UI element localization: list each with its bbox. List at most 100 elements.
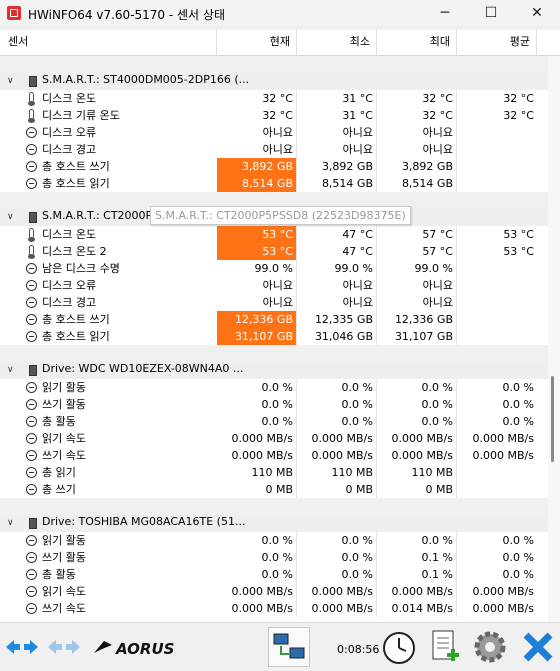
sensor-name-cell: 쓰기 속도 xyxy=(0,600,217,617)
thermometer-icon xyxy=(28,109,35,123)
value-max: 아니요 xyxy=(377,294,457,311)
sensor-row[interactable]: 쓰기 활동 0.0 % 0.0 % 0.1 % 0.0 % xyxy=(0,549,548,566)
close-sensors-icon[interactable] xyxy=(518,627,558,667)
sensor-name-cell: 읽기 속도 xyxy=(0,430,217,447)
clock-icon xyxy=(26,603,37,614)
sensor-row[interactable]: 쓰기 속도 0.000 MB/s 0.000 MB/s 0.000 MB/s 0.000… xyxy=(0,447,548,464)
sensor-row[interactable]: 읽기 활동 0.0 % 0.0 % 0.0 % 0.0 % xyxy=(0,379,548,396)
value-max: 아니요 xyxy=(377,141,457,158)
sensor-label: 쓰기 활동 xyxy=(42,398,86,411)
sensor-row[interactable]: 디스크 온도 53 °C 47 °C 57 °C 53 °C xyxy=(0,226,548,243)
sensor-row[interactable]: 디스크 온도 2 53 °C 47 °C 57 °C 53 °C xyxy=(0,243,548,260)
value-avg: 0.0 % xyxy=(502,568,534,581)
skip-arrows-icon[interactable] xyxy=(46,627,82,667)
report-add-icon[interactable] xyxy=(424,627,464,667)
column-max[interactable]: 최대 xyxy=(377,30,457,55)
hwinfo-app-icon xyxy=(7,6,21,20)
value-max: 0.014 MB/s xyxy=(377,600,457,617)
value-min: 0.0 % xyxy=(297,532,377,549)
value-avg: 0.0 % xyxy=(502,381,534,394)
sensor-row[interactable]: 디스크 오류 아니요 아니요 아니요 xyxy=(0,277,548,294)
value-current: 아니요 xyxy=(217,141,297,158)
value-current: 0.000 MB/s xyxy=(217,583,297,600)
sensor-label: 총 읽기 xyxy=(42,466,76,479)
sensor-row[interactable]: 쓰기 활동 0.0 % 0.0 % 0.0 % 0.0 % xyxy=(0,396,548,413)
column-min[interactable]: 최소 xyxy=(297,30,377,55)
clock-icon xyxy=(26,450,37,461)
sensor-row[interactable]: 총 호스트 읽기 8,514 GB 8,514 GB 8,514 GB xyxy=(0,175,548,192)
column-sensor[interactable]: 센서 xyxy=(0,30,217,55)
value-min: 아니요 xyxy=(297,124,377,141)
sensor-row[interactable]: 총 호스트 쓰기 3,892 GB 3,892 GB 3,892 GB xyxy=(0,158,548,175)
sensor-name-cell: 디스크 기류 온도 xyxy=(0,107,217,124)
sensor-row[interactable]: 디스크 경고 아니요 아니요 아니요 xyxy=(0,294,548,311)
value-current: 0.0 % xyxy=(217,413,297,430)
chevron-down-icon[interactable]: ∨ xyxy=(7,209,17,226)
value-avg: 53 °C xyxy=(503,228,534,241)
sensor-row[interactable]: 총 호스트 읽기 31,107 GB 31,046 GB 31,107 GB xyxy=(0,328,548,345)
sensor-group-header[interactable]: ∨ Drive: TOSHIBA MG08ACA16TE (51... xyxy=(0,515,548,532)
sensor-label: 총 호스트 읽기 xyxy=(42,330,110,343)
sensor-label: 디스크 온도 xyxy=(42,228,97,241)
maximize-button[interactable]: ☐ xyxy=(468,0,514,26)
sensor-row[interactable]: 디스크 기류 온도 32 °C 31 °C 32 °C 32 °C xyxy=(0,107,548,124)
sensor-name-cell: 디스크 온도 2 xyxy=(0,243,217,260)
value-current: 53 °C xyxy=(217,226,297,243)
sensor-table[interactable]: ∨ S.M.A.R.T.: ST4000DM005-2DP166 (... 디스크 … xyxy=(0,56,548,622)
sensor-group-header[interactable]: ∨ Drive: WDC WD10EZEX-08WN4A0 ... xyxy=(0,362,548,379)
network-icon[interactable] xyxy=(268,627,310,667)
clock-icon xyxy=(26,586,37,597)
sensor-label: 총 활동 xyxy=(42,415,76,428)
sensor-row[interactable]: 읽기 속도 0.000 MB/s 0.000 MB/s 0.000 MB/s 0.000… xyxy=(0,430,548,447)
clock-icon xyxy=(26,467,37,478)
value-min: 31,046 GB xyxy=(297,328,377,345)
sensor-label: 디스크 기류 온도 xyxy=(42,109,120,122)
sensor-row[interactable]: 디스크 경고 아니요 아니요 아니요 xyxy=(0,141,548,158)
value-min: 47 °C xyxy=(297,226,377,243)
group-separator xyxy=(0,345,548,362)
clock-icon xyxy=(26,382,37,393)
sensor-row[interactable]: 읽기 활동 0.0 % 0.0 % 0.0 % 0.0 % xyxy=(0,532,548,549)
sensor-label: 총 호스트 읽기 xyxy=(42,177,110,190)
column-avg[interactable]: 평균 xyxy=(457,30,537,55)
value-avg xyxy=(457,481,537,498)
value-current: 아니요 xyxy=(217,124,297,141)
sensor-row[interactable]: 쓰기 속도 0.000 MB/s 0.000 MB/s 0.014 MB/s 0.000… xyxy=(0,600,548,617)
sensor-label: 디스크 경고 xyxy=(42,296,97,309)
sensor-row[interactable]: 총 활동 0.0 % 0.0 % 0.0 % 0.0 % xyxy=(0,413,548,430)
sensor-row[interactable]: 총 쓰기 0 MB 0 MB 0 MB xyxy=(0,481,548,498)
thermometer-icon xyxy=(28,245,35,259)
sensor-row[interactable]: 읽기 속도 0.000 MB/s 0.000 MB/s 0.000 MB/s 0.000… xyxy=(0,583,548,600)
sensor-row[interactable]: 디스크 오류 아니요 아니요 아니요 xyxy=(0,124,548,141)
value-avg: 32 °C xyxy=(503,92,534,105)
clock-reset-icon[interactable] xyxy=(379,627,419,667)
chevron-down-icon[interactable]: ∨ xyxy=(7,362,17,379)
chevron-down-icon[interactable]: ∨ xyxy=(7,515,17,532)
sensor-row[interactable]: 총 활동 0.0 % 0.0 % 0.1 % 0.0 % xyxy=(0,566,548,583)
sensor-name-cell: 쓰기 활동 xyxy=(0,549,217,566)
vertical-scrollbar[interactable] xyxy=(548,56,560,622)
sensor-label: 읽기 속도 xyxy=(42,585,86,598)
sensor-group-header[interactable]: ∨ S.M.A.R.T.: ST4000DM005-2DP166 (... xyxy=(0,73,548,90)
minimize-button[interactable]: ─ xyxy=(422,0,468,26)
sensor-row[interactable]: 남은 디스크 수명 99.0 % 99.0 % 99.0 % xyxy=(0,260,548,277)
clock-icon xyxy=(26,280,37,291)
sensor-name-cell: 총 활동 xyxy=(0,566,217,583)
sensor-row[interactable]: 총 호스트 쓰기 12,336 GB 12,335 GB 12,336 GB xyxy=(0,311,548,328)
value-min: 0.0 % xyxy=(297,413,377,430)
title-bar[interactable]: HWiNFO64 v7.60-5170 - 센서 상태 ─ ☐ ✕ xyxy=(0,0,560,26)
sensor-name-cell: 총 호스트 쓰기 xyxy=(0,158,217,175)
back-forward-arrows-icon[interactable] xyxy=(4,627,40,667)
column-current[interactable]: 현재 xyxy=(217,30,297,55)
chevron-down-icon[interactable]: ∨ xyxy=(7,73,17,90)
settings-gear-icon[interactable] xyxy=(470,627,510,667)
value-max: 아니요 xyxy=(377,124,457,141)
sensor-row[interactable]: 디스크 온도 32 °C 31 °C 32 °C 32 °C xyxy=(0,90,548,107)
sensor-label: 읽기 활동 xyxy=(42,381,86,394)
close-window-button[interactable]: ✕ xyxy=(514,0,560,26)
sensor-row[interactable]: 총 읽기 110 MB 110 MB 110 MB xyxy=(0,464,548,481)
scrollbar-thumb[interactable] xyxy=(551,376,554,462)
value-avg xyxy=(457,294,537,311)
value-avg xyxy=(457,328,537,345)
value-max: 0.000 MB/s xyxy=(377,430,457,447)
